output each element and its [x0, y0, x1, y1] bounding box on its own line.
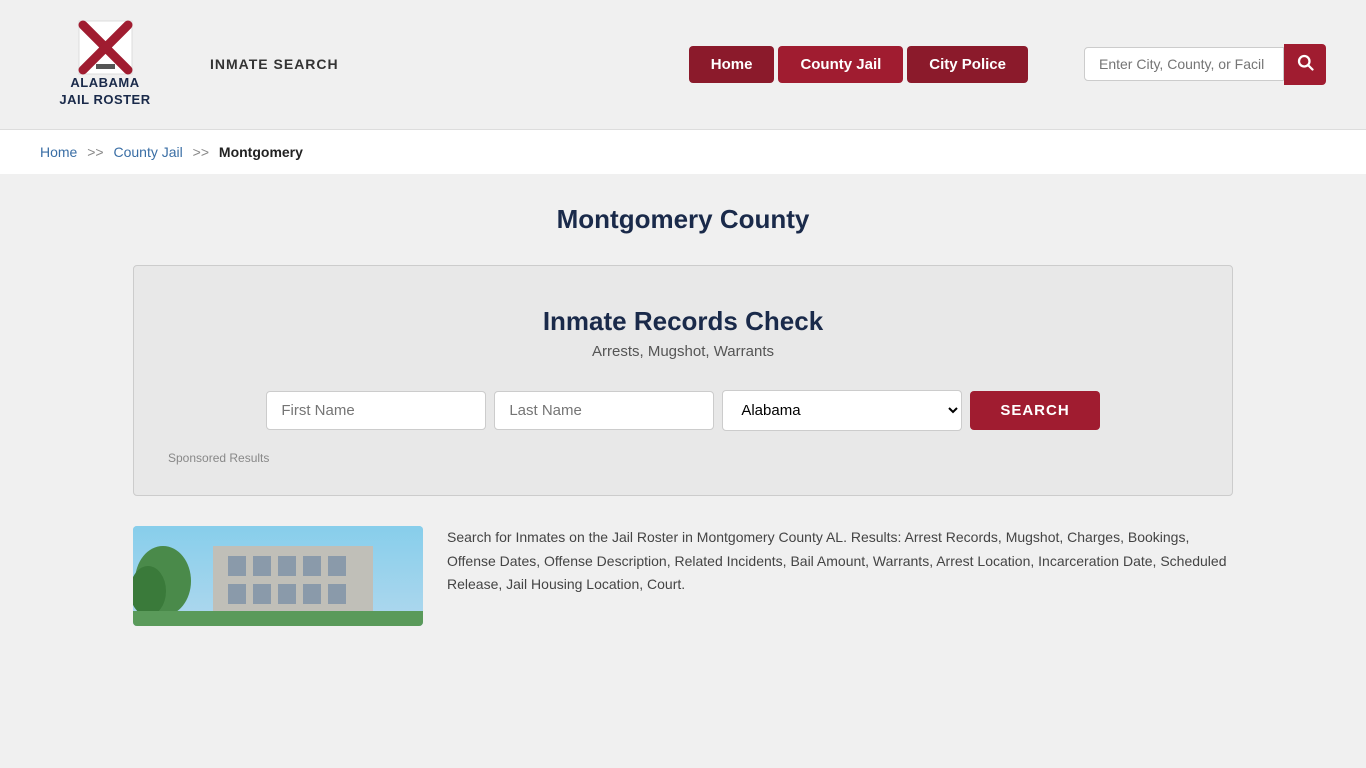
records-title: Inmate Records Check	[164, 306, 1202, 337]
logo-icon	[78, 20, 133, 75]
breadcrumb-home-link[interactable]: Home	[40, 144, 77, 160]
records-check-box: Inmate Records Check Arrests, Mugshot, W…	[133, 265, 1233, 496]
header-search-button[interactable]	[1284, 44, 1326, 85]
header-search-bar	[1084, 44, 1326, 85]
site-header: ALABAMA JAIL ROSTER INMATE SEARCH Home C…	[0, 0, 1366, 130]
sponsored-label: Sponsored Results	[164, 451, 1202, 465]
state-select[interactable]: Alabama Alaska Arizona Arkansas Californ…	[722, 390, 962, 431]
nav-county-jail-button[interactable]: County Jail	[778, 46, 903, 83]
nav-home-button[interactable]: Home	[689, 46, 775, 83]
breadcrumb-sep2: >>	[193, 144, 209, 160]
records-subtitle: Arrests, Mugshot, Warrants	[164, 343, 1202, 360]
logo-area: ALABAMA JAIL ROSTER	[40, 20, 170, 109]
first-name-input[interactable]	[266, 391, 486, 430]
breadcrumb-county-jail-link[interactable]: County Jail	[114, 144, 183, 160]
nav-buttons: Home County Jail City Police	[689, 46, 1028, 83]
description-text: Search for Inmates on the Jail Roster in…	[447, 526, 1233, 597]
header-search-input[interactable]	[1084, 47, 1284, 81]
records-form: Alabama Alaska Arizona Arkansas Californ…	[164, 390, 1202, 431]
breadcrumb-current: Montgomery	[219, 144, 303, 160]
breadcrumb: Home >> County Jail >> Montgomery	[0, 130, 1366, 174]
building-image	[133, 526, 423, 626]
logo-text: ALABAMA JAIL ROSTER	[59, 75, 150, 109]
records-search-button[interactable]: SEARCH	[970, 391, 1099, 430]
page-title: Montgomery County	[133, 204, 1233, 235]
bottom-section: Search for Inmates on the Jail Roster in…	[133, 526, 1233, 626]
last-name-input[interactable]	[494, 391, 714, 430]
inmate-search-label: INMATE SEARCH	[210, 56, 339, 72]
main-content: Montgomery County Inmate Records Check A…	[93, 204, 1273, 626]
nav-city-police-button[interactable]: City Police	[907, 46, 1028, 83]
breadcrumb-sep1: >>	[87, 144, 103, 160]
